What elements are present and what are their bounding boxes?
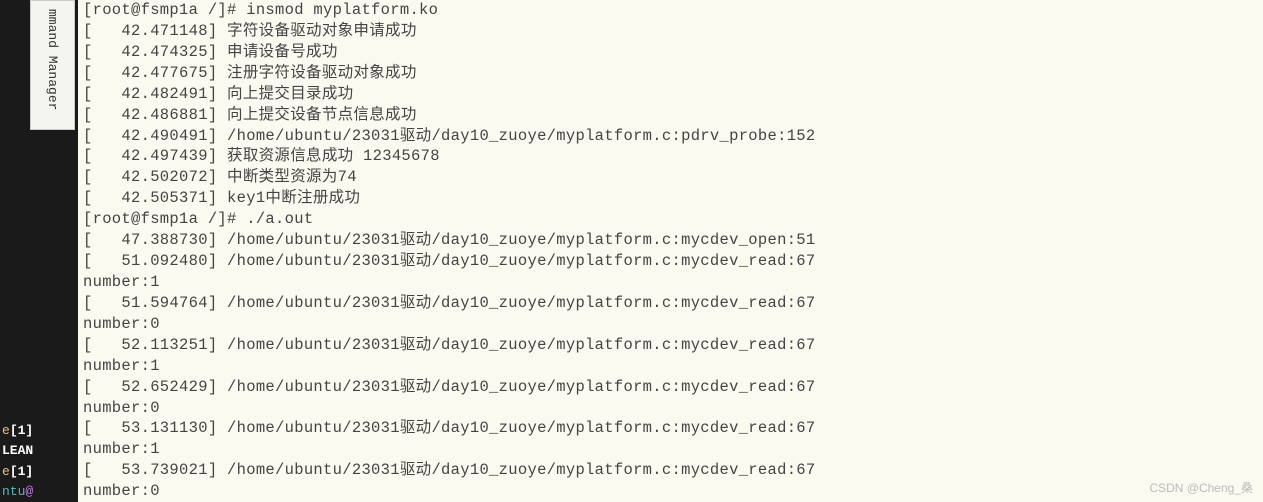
status-line-4: ntu@ xyxy=(0,482,78,502)
status-line-1: e[1] xyxy=(0,421,78,441)
watermark: CSDN @Cheng_桑 xyxy=(1149,479,1253,496)
command-manager-tab[interactable]: mmand Manager xyxy=(30,0,75,130)
status-line-2: LEAN xyxy=(0,441,78,461)
left-bottom-status: e[1] LEAN e[1] ntu@ xyxy=(0,421,78,502)
status-line-3: e[1] xyxy=(0,462,78,482)
terminal-area[interactable]: [root@fsmp1a /]# insmod myplatform.ko [ … xyxy=(78,0,1263,502)
terminal-output: [root@fsmp1a /]# insmod myplatform.ko [ … xyxy=(83,0,1263,502)
left-sidebar: mmand Manager e[1] LEAN e[1] ntu@ xyxy=(0,0,78,502)
tab-label: mmand Manager xyxy=(45,9,60,110)
